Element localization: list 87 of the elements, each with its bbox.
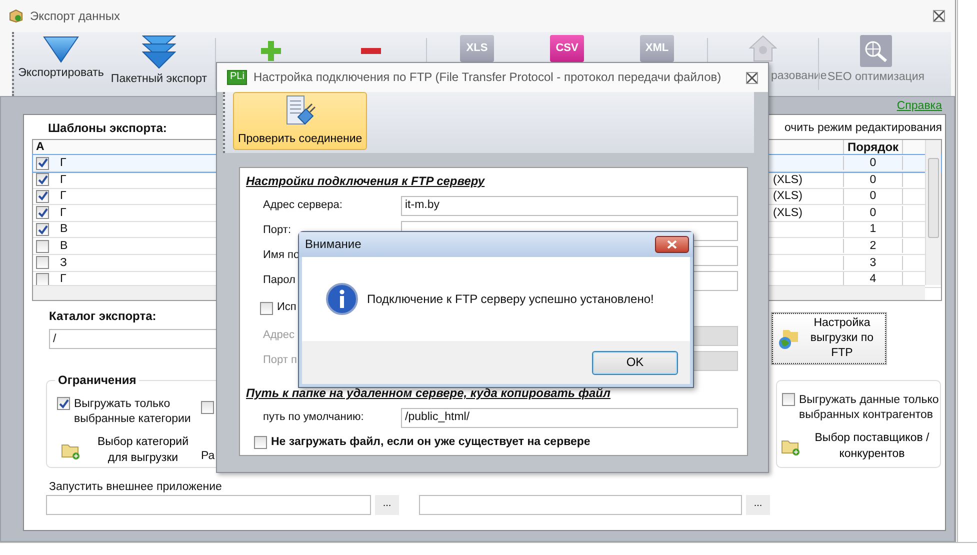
checkbox[interactable]: [36, 173, 49, 186]
table-cell: (XLS): [773, 174, 802, 186]
scrollbar[interactable]: [925, 140, 941, 286]
input-field[interactable]: [46, 494, 371, 515]
field-label: Порт п: [262, 354, 298, 368]
down-arrow-icon: [43, 35, 79, 63]
export-button[interactable]: Экспортировать: [18, 35, 104, 80]
table-cell: Г: [60, 273, 66, 286]
table-cell: (XLS): [773, 206, 802, 219]
browse-button[interactable]: ...: [375, 494, 399, 515]
checkbox[interactable]: [36, 223, 49, 236]
group-title: Ограничения: [55, 373, 140, 388]
checkbox-label: Исп: [277, 301, 296, 315]
checkbox[interactable]: [36, 156, 49, 170]
input-field[interactable]: /: [49, 328, 217, 349]
add-button[interactable]: [261, 41, 281, 61]
table-cell: 0: [870, 174, 876, 186]
table-cell: 4: [870, 273, 876, 286]
browse-button[interactable]: ...: [746, 494, 770, 515]
input-field[interactable]: /public_html/: [401, 408, 738, 428]
label-text: Ра: [201, 450, 215, 462]
table-cell: (XLS): [773, 190, 802, 202]
format-button[interactable]: CSV: [550, 35, 584, 62]
checkbox[interactable]: [36, 206, 49, 220]
table-cell: В: [60, 240, 68, 252]
checkbox[interactable]: [782, 393, 795, 406]
batch-export-button[interactable]: Пакетный экспорт: [110, 35, 208, 86]
column-header: А: [36, 140, 44, 155]
folder-add-icon: [61, 442, 81, 460]
field-label: путь по умолчанию:: [262, 410, 365, 424]
table-cell: З: [60, 256, 67, 269]
checkbox[interactable]: [36, 272, 49, 286]
checkbox-label: Не загружать файл, если он уже существует на сервере: [271, 435, 590, 450]
field-label: Порт:: [262, 224, 292, 238]
globe-search-icon: [860, 35, 892, 67]
section-title: Шаблоны экспорта:: [48, 121, 167, 136]
close-icon: [667, 240, 677, 249]
checkbox-label: Выгружать данные только выбранных контрагентов: [799, 393, 939, 424]
table-cell: 0: [870, 206, 876, 219]
table-cell: 2: [870, 240, 876, 252]
checkbox-label: очить режим редактирования: [784, 121, 942, 136]
checkbox[interactable]: [36, 240, 49, 253]
folder-add-icon: [781, 438, 801, 456]
table-cell: Г: [60, 174, 66, 186]
checkbox[interactable]: [260, 302, 273, 314]
message-text: Подключение к FTP серверу успешно установлено!: [367, 292, 654, 306]
suppliers-link[interactable]: Выбор поставщиков / конкурентов: [781, 431, 937, 462]
field-label: Адрес сервера:: [262, 198, 344, 212]
checkbox[interactable]: [36, 256, 49, 270]
checkbox-label: Выгружать только выбранные категории: [74, 397, 192, 428]
table-cell: Г: [60, 156, 66, 169]
table-cell: 1: [870, 223, 876, 236]
house-icon[interactable]: [748, 35, 778, 62]
input-field[interactable]: [419, 494, 742, 515]
package-icon: [8, 9, 24, 23]
table-cell: В: [60, 223, 68, 236]
section-heading: Путь к папке на удаленном сервере, куда копировать файл: [246, 386, 610, 401]
window-title: Настройка подключения по FTP (File Transfer Protocol - протокол передачи файлов): [253, 70, 722, 86]
window-title: Экспорт данных: [30, 8, 120, 24]
close-icon[interactable]: [746, 72, 758, 84]
close-button[interactable]: [655, 236, 689, 253]
checkbox[interactable]: [36, 190, 49, 203]
globe-folder-icon: [777, 328, 799, 350]
field-label: Запустить внешнее приложение: [49, 481, 222, 494]
section-heading: Настройки подключения к FTP серверу: [246, 174, 485, 189]
logo: PLi: [227, 70, 248, 85]
table-cell: 3: [870, 256, 876, 269]
dialog-title: Внимание: [305, 237, 362, 252]
input-field[interactable]: it-m.by: [401, 196, 738, 216]
table-cell: Г: [60, 206, 66, 219]
checkbox[interactable]: [57, 397, 70, 410]
check-connection-button[interactable]: Проверить соединение: [233, 92, 368, 150]
categories-link[interactable]: Выбор категорий для выгрузки: [61, 435, 199, 466]
ftp-settings-button[interactable]: Настройка выгрузки по FTP: [772, 313, 886, 364]
checkbox[interactable]: [201, 401, 214, 414]
double-down-arrow-icon: [142, 35, 176, 69]
table-cell: 0: [870, 156, 876, 169]
column-header: Порядок: [847, 140, 899, 154]
table-cell: Г: [60, 190, 66, 202]
checkbox[interactable]: [254, 436, 267, 449]
ok-button[interactable]: OK: [592, 350, 678, 374]
close-icon[interactable]: [933, 10, 945, 22]
field-label: Каталог экспорта:: [49, 309, 156, 324]
field-label: Парол: [262, 274, 296, 288]
table-cell: 0: [870, 190, 876, 202]
field-label: Адрес: [262, 328, 296, 342]
info-icon: [326, 283, 358, 315]
